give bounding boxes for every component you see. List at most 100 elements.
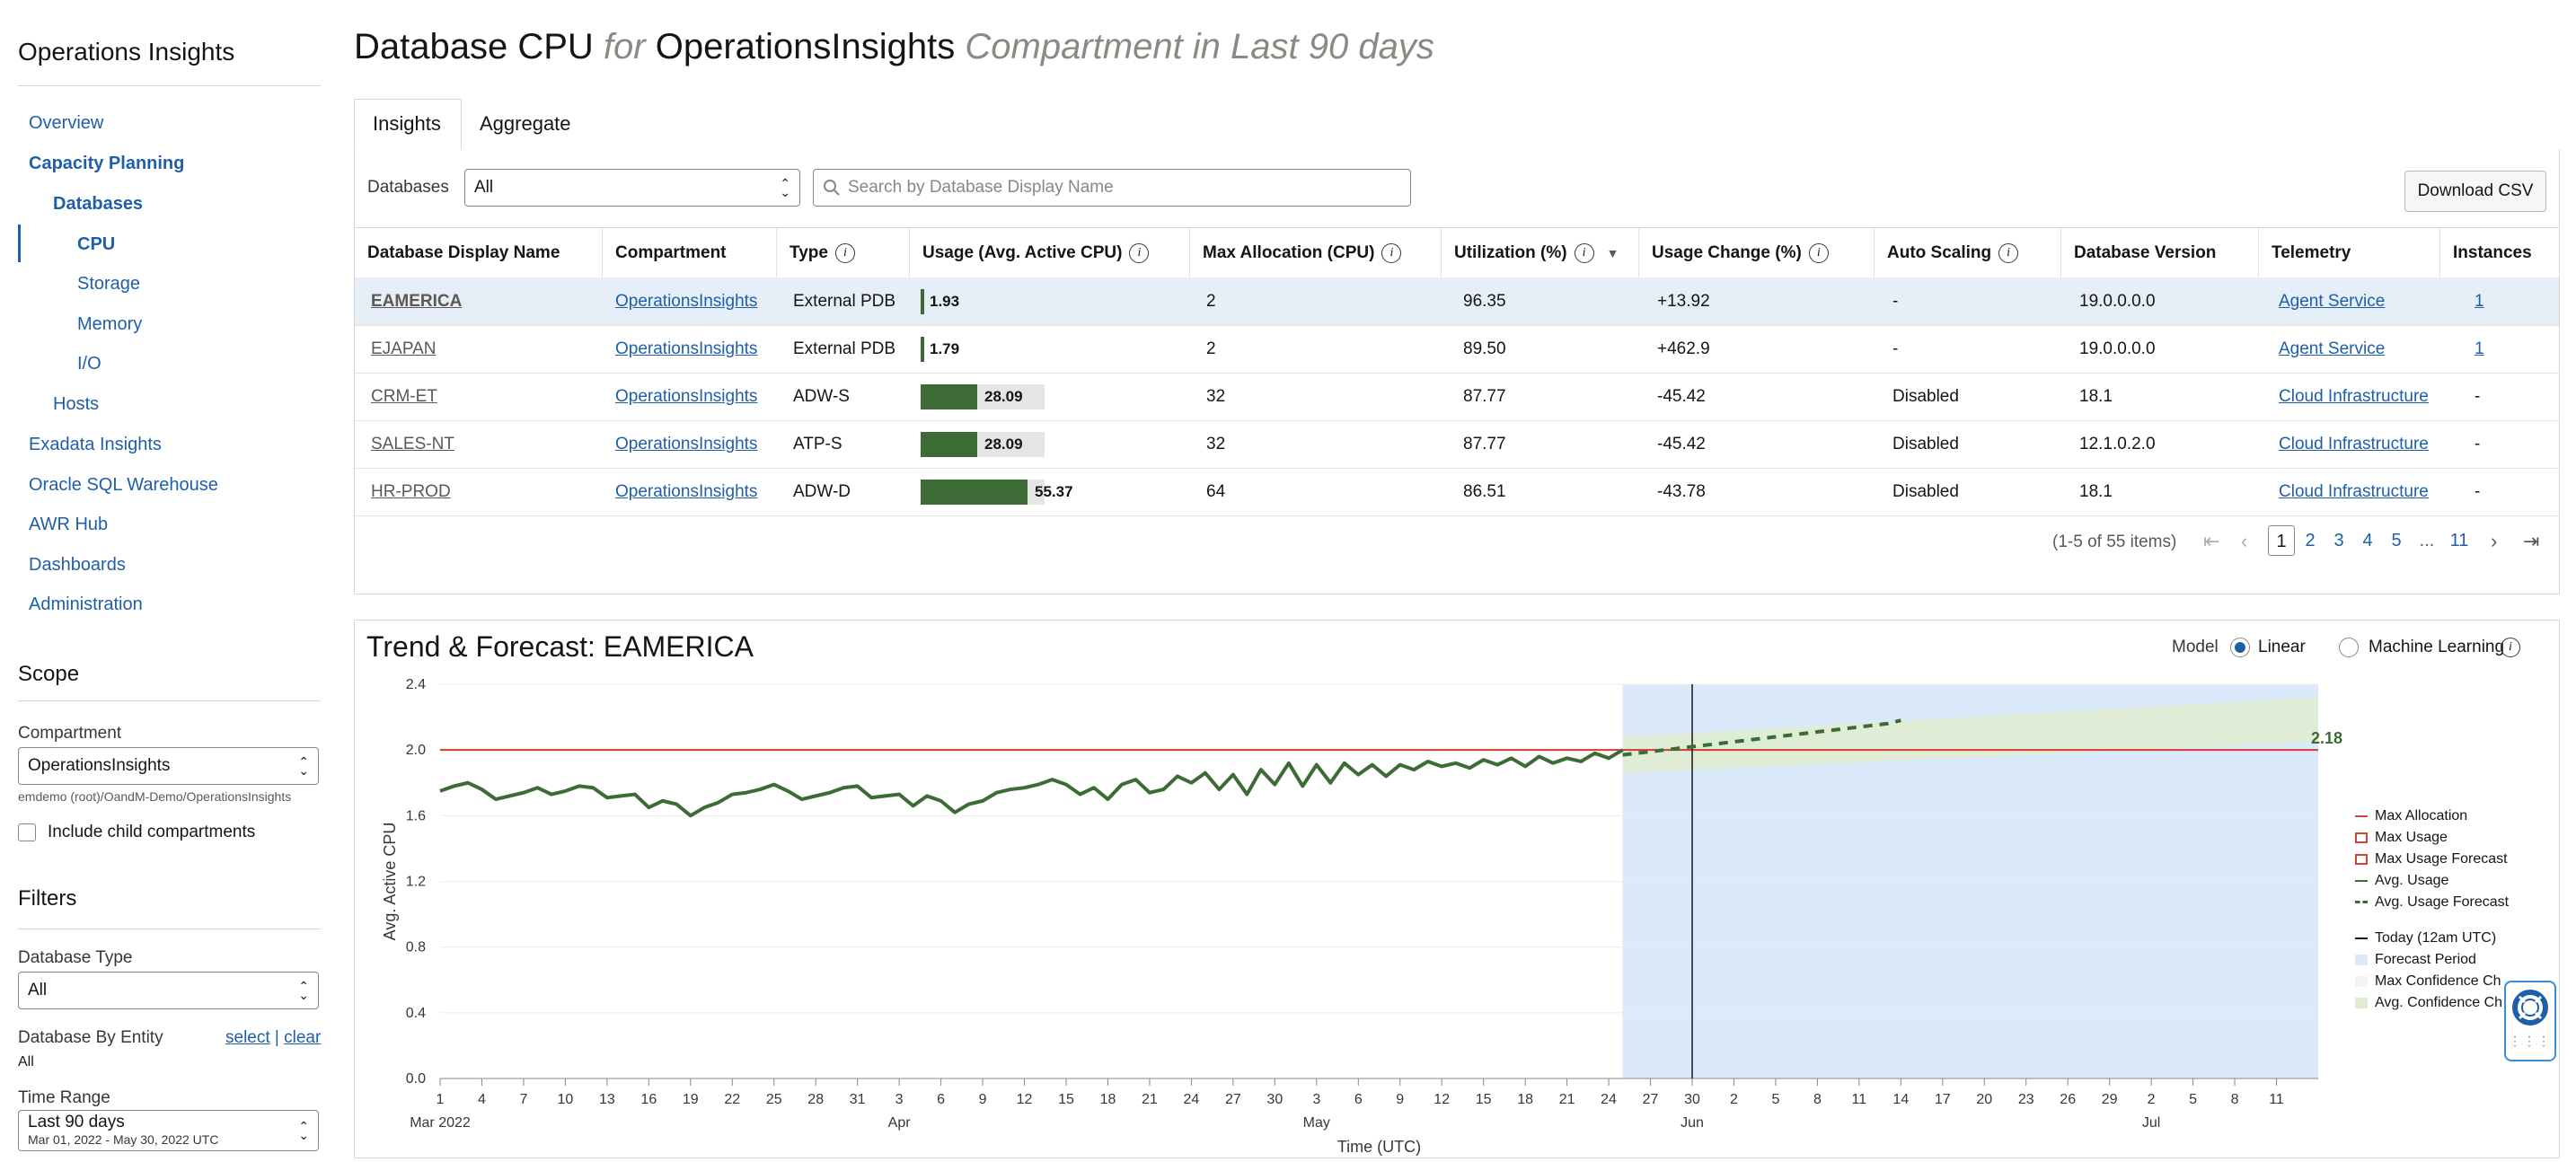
cell-name-text[interactable]: EJAPAN [371,339,437,359]
col-header-usage-change[interactable]: Usage Change (%) i [1639,228,1875,278]
nav-memory[interactable]: Memory [77,314,142,335]
col-header-instances[interactable]: Instances [2440,228,2559,278]
info-icon[interactable]: i [2501,638,2520,657]
legend-item[interactable]: Max Usage Forecast [2355,851,2508,867]
cell-compartment[interactable]: OperationsInsights [615,325,757,373]
col-header-type[interactable]: Type i [777,228,910,278]
nav-administration[interactable]: Administration [29,594,143,615]
col-header-max-allocation[interactable]: Max Allocation (CPU) i [1190,228,1442,278]
page-button[interactable]: 5 [2383,525,2410,556]
cell-telemetry-text[interactable]: Cloud Infrastructure [2279,435,2429,454]
table-row[interactable]: EAMERICA OperationsInsights External PDB 1.… [355,277,2559,326]
last-page-icon[interactable]: ⇥ [2523,530,2539,553]
cell-name-text[interactable]: HR-PROD [371,482,451,502]
col-header-db-version[interactable]: Database Version [2061,228,2259,278]
cell-telemetry[interactable]: Cloud Infrastructure [2279,468,2429,515]
legend-item[interactable]: Max Confidence Ch [2355,973,2501,990]
cell-compartment-text[interactable]: OperationsInsights [615,339,757,359]
nav-io[interactable]: I/O [77,354,101,374]
search-input[interactable]: Search by Database Display Name [813,169,1411,207]
prev-page-icon[interactable]: ‹ [2241,530,2247,553]
cell-compartment-text[interactable]: OperationsInsights [615,482,757,502]
info-icon[interactable]: i [1129,243,1150,263]
tab-insights[interactable]: Insights [354,99,462,149]
time-range-select[interactable]: Last 90 days Mar 01, 2022 - May 30, 2022… [18,1110,319,1151]
cell-name[interactable]: CRM-ET [371,373,437,420]
legend-item[interactable]: Max Allocation [2355,808,2467,824]
cell-name-text[interactable]: CRM-ET [371,387,437,407]
info-icon[interactable]: i [834,243,855,263]
page-button[interactable]: 11 [2444,525,2475,556]
col-header-utilization[interactable]: Utilization (%) i ▼ [1442,228,1639,278]
cell-telemetry-text[interactable]: Agent Service [2279,292,2385,312]
cell-name-text[interactable]: EAMERICA [371,292,462,312]
table-row[interactable]: EJAPAN OperationsInsights External PDB 1.79… [355,325,2559,374]
cell-telemetry[interactable]: Cloud Infrastructure [2279,420,2429,468]
sort-desc-icon[interactable]: ▼ [1607,246,1619,260]
databases-filter-select[interactable]: All ⌃ ⌄ [464,169,800,207]
nav-storage[interactable]: Storage [77,274,140,295]
include-child-checkbox[interactable] [18,823,36,841]
model-ml-radio[interactable] [2339,638,2359,657]
database-type-select[interactable]: All ⌃ ⌄ [18,972,319,1009]
cell-compartment[interactable]: OperationsInsights [615,420,757,468]
download-csv-button[interactable]: Download CSV [2404,171,2546,212]
cell-instances-text[interactable]: 1 [2475,339,2484,359]
drag-handle-icon[interactable]: ⋮⋮⋮ [2506,1034,2554,1047]
nav-oracle-sql-warehouse[interactable]: Oracle SQL Warehouse [29,475,218,496]
cell-instances[interactable]: 1 [2475,325,2484,373]
cell-compartment[interactable]: OperationsInsights [615,373,757,420]
legend-item[interactable]: Max Usage [2355,830,2448,846]
col-header-name[interactable]: Database Display Name [355,228,603,278]
info-icon[interactable]: i [1381,243,1402,263]
cell-instances-text[interactable]: 1 [2475,292,2484,312]
cell-compartment[interactable]: OperationsInsights [615,468,757,515]
col-header-telemetry[interactable]: Telemetry [2259,228,2440,278]
legend-item[interactable]: Avg. Confidence Ch [2355,995,2502,1011]
cell-name[interactable]: SALES-NT [371,420,454,468]
page-button[interactable]: 4 [2354,525,2381,556]
table-row[interactable]: CRM-ET OperationsInsights ADW-S 28.09 32 87.7… [355,373,2559,421]
cell-compartment[interactable]: OperationsInsights [615,277,757,325]
nav-dashboards[interactable]: Dashboards [29,555,126,576]
cell-telemetry-text[interactable]: Cloud Infrastructure [2279,482,2429,502]
cell-compartment-text[interactable]: OperationsInsights [615,387,757,407]
compartment-select[interactable]: OperationsInsights ⌃ ⌄ [18,747,319,785]
nav-hosts[interactable]: Hosts [53,394,99,415]
legend-item[interactable]: Avg. Usage [2355,873,2448,889]
nav-databases[interactable]: Databases [53,194,143,215]
nav-overview[interactable]: Overview [29,113,103,134]
info-icon[interactable]: i [1808,243,1829,263]
cell-compartment-text[interactable]: OperationsInsights [615,435,757,454]
table-row[interactable]: SALES-NT OperationsInsights ATP-S 28.09 32 87… [355,420,2559,469]
cell-instances[interactable]: 1 [2475,277,2484,325]
nav-capacity-planning[interactable]: Capacity Planning [29,154,184,174]
cell-telemetry[interactable]: Agent Service [2279,277,2385,325]
cell-name[interactable]: EAMERICA [371,277,462,325]
cell-name[interactable]: EJAPAN [371,325,437,373]
next-page-icon[interactable]: › [2491,530,2497,553]
nav-cpu[interactable]: CPU [77,234,115,255]
nav-exadata-insights[interactable]: Exadata Insights [29,435,162,455]
help-widget[interactable]: ⋮⋮⋮ [2504,981,2556,1061]
select-link[interactable]: select [225,1028,270,1047]
nav-awr-hub[interactable]: AWR Hub [29,515,108,535]
page-button[interactable]: 1 [2268,525,2295,556]
cell-instances[interactable]: - [2475,373,2480,420]
cell-compartment-text[interactable]: OperationsInsights [615,292,757,312]
cell-telemetry[interactable]: Agent Service [2279,325,2385,373]
col-header-usage[interactable]: Usage (Avg. Active CPU) i [910,228,1190,278]
tab-aggregate[interactable]: Aggregate [462,99,589,149]
col-header-auto-scaling[interactable]: Auto Scaling i [1875,228,2061,278]
table-row[interactable]: HR-PROD OperationsInsights ADW-D 55.37 64 86.… [355,468,2559,516]
col-header-compartment[interactable]: Compartment [603,228,777,278]
clear-link[interactable]: clear [284,1028,321,1047]
page-button[interactable]: 2 [2297,525,2324,556]
info-icon[interactable]: i [1998,243,2019,263]
cell-name-text[interactable]: SALES-NT [371,435,454,454]
cell-name[interactable]: HR-PROD [371,468,451,515]
cell-telemetry-text[interactable]: Agent Service [2279,339,2385,359]
legend-item[interactable]: Forecast Period [2355,952,2476,968]
legend-item[interactable]: Avg. Usage Forecast [2355,894,2509,911]
info-icon[interactable]: i [1574,243,1594,263]
